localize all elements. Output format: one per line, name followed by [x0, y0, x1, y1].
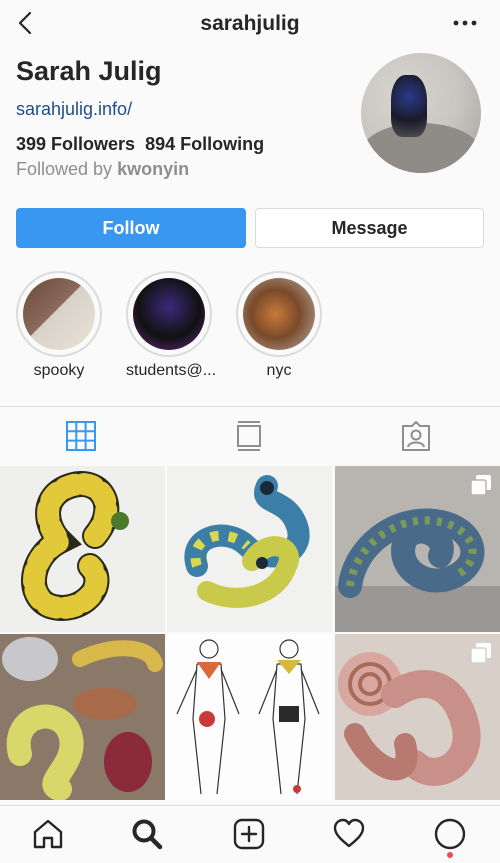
followed-by-prefix: Followed by	[16, 159, 113, 179]
grid-post[interactable]	[167, 634, 332, 800]
highlight-label: nyc	[266, 362, 292, 379]
highlight-label: spooky	[33, 362, 85, 379]
highlight-thumbnail	[243, 278, 315, 350]
post-image	[21, 471, 129, 621]
followed-by[interactable]: Followed by kwonyin	[16, 159, 189, 180]
multiple-photos-icon	[470, 475, 491, 496]
followers-count[interactable]: 399 Followers	[16, 134, 135, 154]
profile-counts: 399 Followers 894 Following	[16, 134, 264, 155]
post-image	[176, 639, 320, 795]
activity-icon[interactable]	[333, 818, 365, 850]
home-icon[interactable]	[32, 818, 64, 850]
avatar-figure	[391, 75, 427, 137]
profile-username: sarahjulig	[200, 12, 300, 35]
profile-tabs	[0, 408, 500, 464]
followed-by-user: kwonyin	[117, 159, 190, 179]
new-post-icon[interactable]	[233, 818, 265, 850]
profile-avatar[interactable]	[361, 53, 481, 173]
profile-name: Sarah Julig	[16, 56, 162, 86]
highlight-thumbnail	[23, 278, 95, 350]
highlight-nyc[interactable]: nyc	[236, 271, 322, 380]
highlight-label: students@...	[126, 362, 217, 379]
bottom-nav	[0, 805, 500, 863]
feed-icon[interactable]	[233, 420, 265, 452]
highlight-ring	[126, 271, 212, 357]
section-divider	[0, 406, 500, 407]
tagged-icon[interactable]	[400, 420, 432, 452]
grid-icon[interactable]	[65, 420, 97, 452]
grid-post[interactable]	[167, 466, 332, 632]
message-button[interactable]: Message	[255, 208, 484, 248]
highlight-ring	[236, 271, 322, 357]
post-image	[2, 637, 163, 800]
more-options-icon[interactable]	[452, 10, 478, 36]
grid-post[interactable]	[0, 634, 165, 800]
highlight-ring	[16, 271, 102, 357]
following-count[interactable]: 894 Following	[145, 134, 264, 154]
top-bar: sarahjulig	[0, 0, 500, 50]
notification-dot	[447, 852, 453, 858]
profile-website-link[interactable]: sarahjulig.info/	[16, 99, 132, 120]
highlight-spooky[interactable]: spooky	[16, 271, 102, 380]
grid-post[interactable]	[0, 466, 165, 632]
multiple-photos-icon	[470, 643, 491, 664]
grid-post[interactable]	[335, 466, 500, 632]
post-image	[184, 475, 310, 608]
highlight-thumbnail	[133, 278, 205, 350]
photo-grid	[0, 466, 500, 800]
profile-icon[interactable]	[434, 818, 466, 850]
search-icon[interactable]	[131, 818, 163, 850]
highlight-students[interactable]: students@...	[126, 271, 217, 380]
grid-post[interactable]	[335, 634, 500, 800]
follow-button[interactable]: Follow	[16, 208, 246, 248]
